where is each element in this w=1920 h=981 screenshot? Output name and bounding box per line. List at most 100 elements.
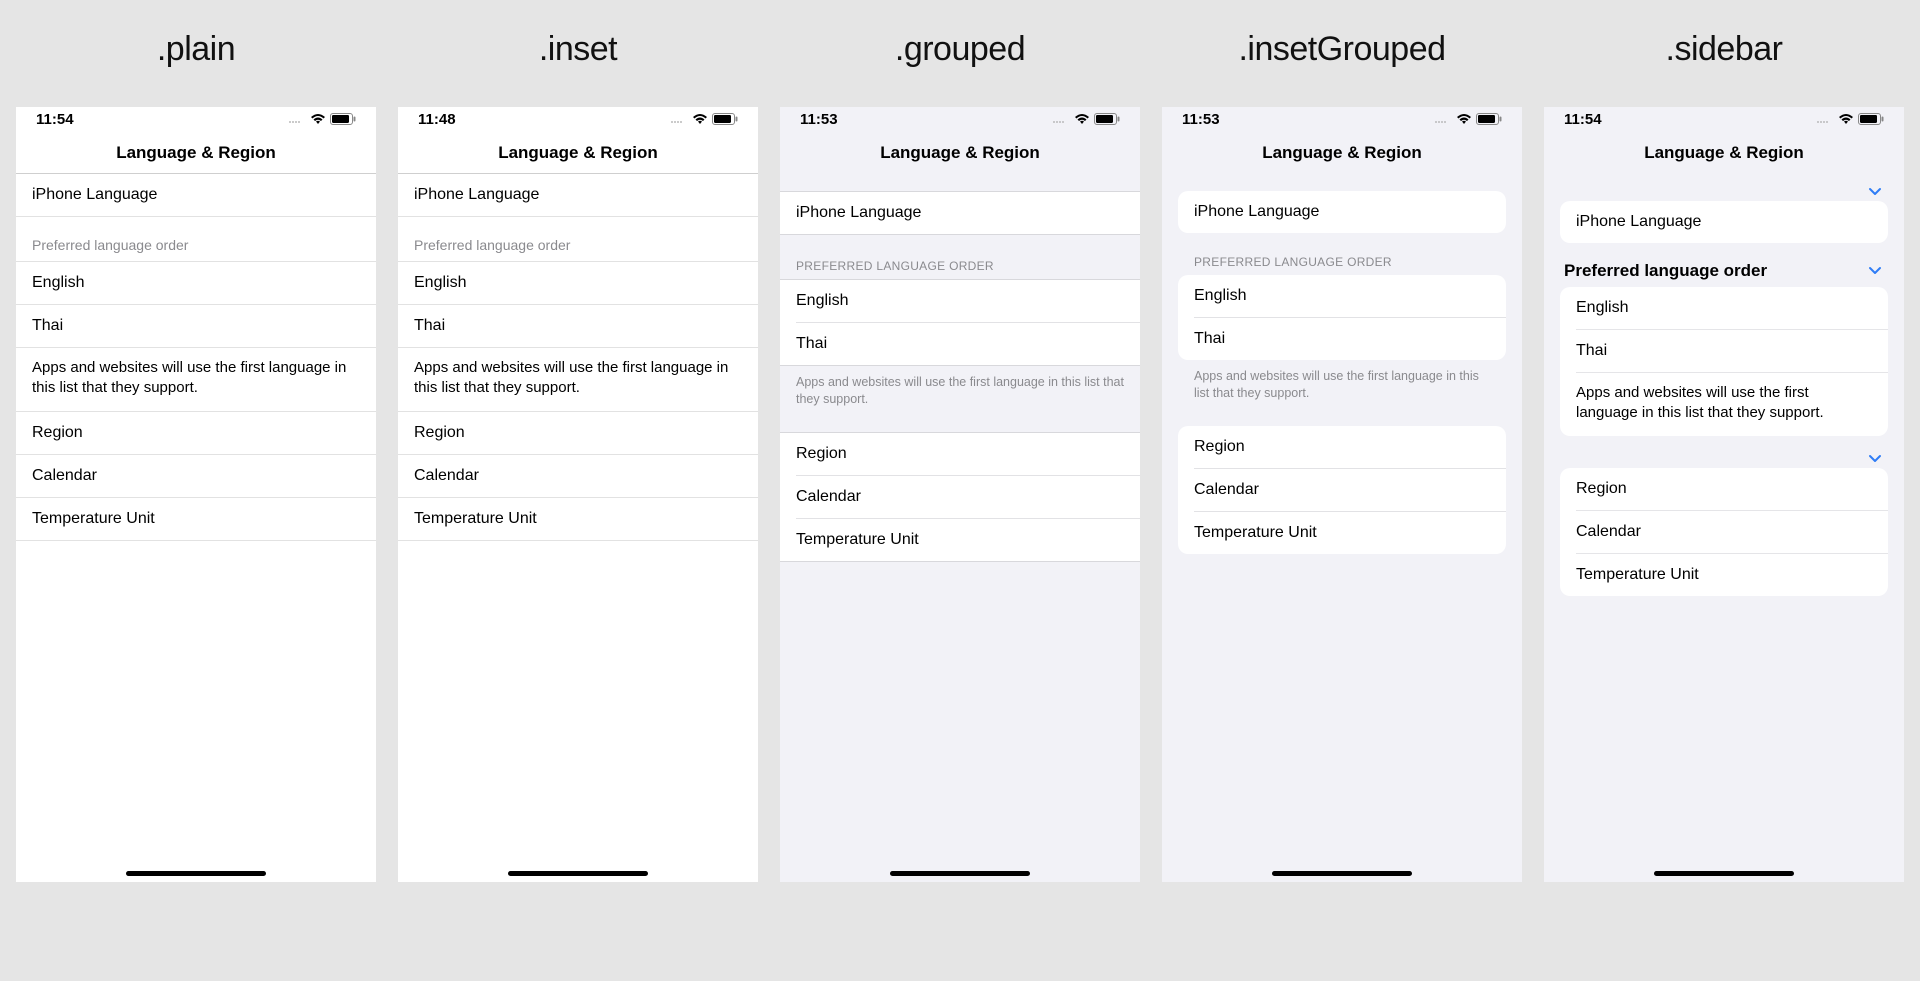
row-temperature[interactable]: Temperature Unit	[398, 498, 758, 541]
home-indicator	[890, 871, 1030, 876]
column-inset-grouped: .insetGrouped 11:53 Language & Region iP…	[1162, 30, 1522, 882]
battery-icon	[712, 113, 738, 125]
phone-plain: 11:54 Language & Region iPhone Language …	[16, 107, 376, 882]
row-thai[interactable]: Thai	[1194, 317, 1506, 360]
row-english[interactable]: English	[1560, 287, 1888, 329]
home-indicator	[126, 871, 266, 876]
row-temperature[interactable]: Temperature Unit	[16, 498, 376, 541]
row-iphone-language[interactable]: iPhone Language	[1560, 201, 1888, 243]
group-2: English Thai	[1178, 275, 1506, 360]
phone-grouped: 11:53 Language & Region iPhone Language …	[780, 107, 1140, 882]
cellular-icon	[288, 114, 306, 124]
row-iphone-language[interactable]: iPhone Language	[16, 174, 376, 217]
row-thai[interactable]: Thai	[398, 305, 758, 348]
row-english[interactable]: English	[398, 262, 758, 305]
home-indicator	[508, 871, 648, 876]
row-iphone-language[interactable]: iPhone Language	[398, 174, 758, 217]
column-sidebar: .sidebar 11:54 Language & Region iPhone …	[1544, 30, 1904, 882]
style-label-sidebar: .sidebar	[1666, 30, 1783, 69]
group-3: Region Calendar Temperature Unit	[1560, 468, 1888, 596]
row-region[interactable]: Region	[780, 433, 1140, 475]
status-bar: 11:48	[398, 107, 758, 131]
cellular-icon	[1816, 114, 1834, 124]
group-2: English Thai	[780, 279, 1140, 366]
phone-inset: 11:48 Language & Region iPhone Language …	[398, 107, 758, 882]
row-thai[interactable]: Thai	[16, 305, 376, 348]
battery-icon	[1094, 113, 1120, 125]
status-icons	[288, 113, 356, 125]
style-label-inset-grouped: .insetGrouped	[1238, 30, 1445, 69]
row-region[interactable]: Region	[398, 412, 758, 455]
row-temperature[interactable]: Temperature Unit	[1194, 511, 1506, 554]
chevron-down-icon[interactable]	[1868, 187, 1882, 197]
status-bar: 11:53	[1162, 107, 1522, 131]
status-time: 11:54	[36, 111, 74, 128]
section-header-preferred: Preferred language order	[398, 217, 758, 262]
row-thai[interactable]: Thai	[796, 322, 1140, 365]
wifi-icon	[1838, 113, 1854, 125]
status-bar: 11:54	[16, 107, 376, 131]
column-grouped: .grouped 11:53 Language & Region iPhone …	[780, 30, 1140, 882]
row-temperature[interactable]: Temperature Unit	[796, 518, 1140, 561]
section-footer: Apps and websites will use the first lan…	[780, 366, 1140, 408]
chevron-down-icon[interactable]	[1868, 266, 1882, 276]
row-thai[interactable]: Thai	[1576, 329, 1888, 372]
style-label-inset: .inset	[539, 30, 617, 69]
status-icons	[670, 113, 738, 125]
style-label-grouped: .grouped	[895, 30, 1025, 69]
section-header-preferred: PREFERRED LANGUAGE ORDER	[1178, 233, 1506, 275]
cellular-icon	[1434, 114, 1452, 124]
row-region[interactable]: Region	[16, 412, 376, 455]
status-time: 11:54	[1564, 111, 1602, 128]
home-indicator	[1272, 871, 1412, 876]
row-english[interactable]: English	[1178, 275, 1506, 317]
status-bar: 11:53	[780, 107, 1140, 131]
cellular-icon	[670, 114, 688, 124]
status-bar: 11:54	[1544, 107, 1904, 131]
row-region[interactable]: Region	[1178, 426, 1506, 468]
status-icons	[1052, 113, 1120, 125]
chevron-down-icon[interactable]	[1868, 454, 1882, 464]
group-1: iPhone Language	[780, 191, 1140, 235]
nav-title: Language & Region	[16, 131, 376, 174]
nav-title: Language & Region	[780, 131, 1140, 173]
section-header-preferred: PREFERRED LANGUAGE ORDER	[780, 235, 1140, 279]
battery-icon	[1858, 113, 1884, 125]
row-english[interactable]: English	[16, 262, 376, 305]
column-plain: .plain 11:54 Language & Region iPhone La…	[16, 30, 376, 882]
row-calendar[interactable]: Calendar	[796, 475, 1140, 518]
style-label-plain: .plain	[157, 30, 235, 69]
row-calendar[interactable]: Calendar	[1194, 468, 1506, 511]
row-iphone-language[interactable]: iPhone Language	[1178, 191, 1506, 233]
section-footer: Apps and websites will use the first lan…	[1576, 372, 1888, 436]
status-time: 11:48	[418, 111, 456, 128]
wifi-icon	[692, 113, 708, 125]
phone-sidebar: 11:54 Language & Region iPhone Language …	[1544, 107, 1904, 882]
row-temperature[interactable]: Temperature Unit	[1576, 553, 1888, 596]
section-footer: Apps and websites will use the first lan…	[16, 348, 376, 412]
row-region[interactable]: Region	[1560, 468, 1888, 510]
row-iphone-language[interactable]: iPhone Language	[780, 192, 1140, 234]
group-1: iPhone Language	[1560, 201, 1888, 243]
group-3: Region Calendar Temperature Unit	[780, 432, 1140, 562]
status-icons	[1434, 113, 1502, 125]
group-1: iPhone Language	[1178, 191, 1506, 233]
wifi-icon	[1456, 113, 1472, 125]
row-calendar[interactable]: Calendar	[1576, 510, 1888, 553]
row-calendar[interactable]: Calendar	[398, 455, 758, 498]
row-english[interactable]: English	[780, 280, 1140, 322]
wifi-icon	[310, 113, 326, 125]
row-calendar[interactable]: Calendar	[16, 455, 376, 498]
battery-icon	[330, 113, 356, 125]
nav-title: Language & Region	[1544, 131, 1904, 173]
section-header-preferred: Preferred language order	[16, 217, 376, 262]
status-time: 11:53	[1182, 111, 1220, 128]
group-3: Region Calendar Temperature Unit	[1178, 426, 1506, 554]
status-time: 11:53	[800, 111, 838, 128]
home-indicator	[1654, 871, 1794, 876]
column-inset: .inset 11:48 Language & Region iPhone La…	[398, 30, 758, 882]
battery-icon	[1476, 113, 1502, 125]
group-2: English Thai Apps and websites will use …	[1560, 287, 1888, 436]
nav-title: Language & Region	[1162, 131, 1522, 173]
section-header-preferred: Preferred language order	[1564, 261, 1767, 281]
